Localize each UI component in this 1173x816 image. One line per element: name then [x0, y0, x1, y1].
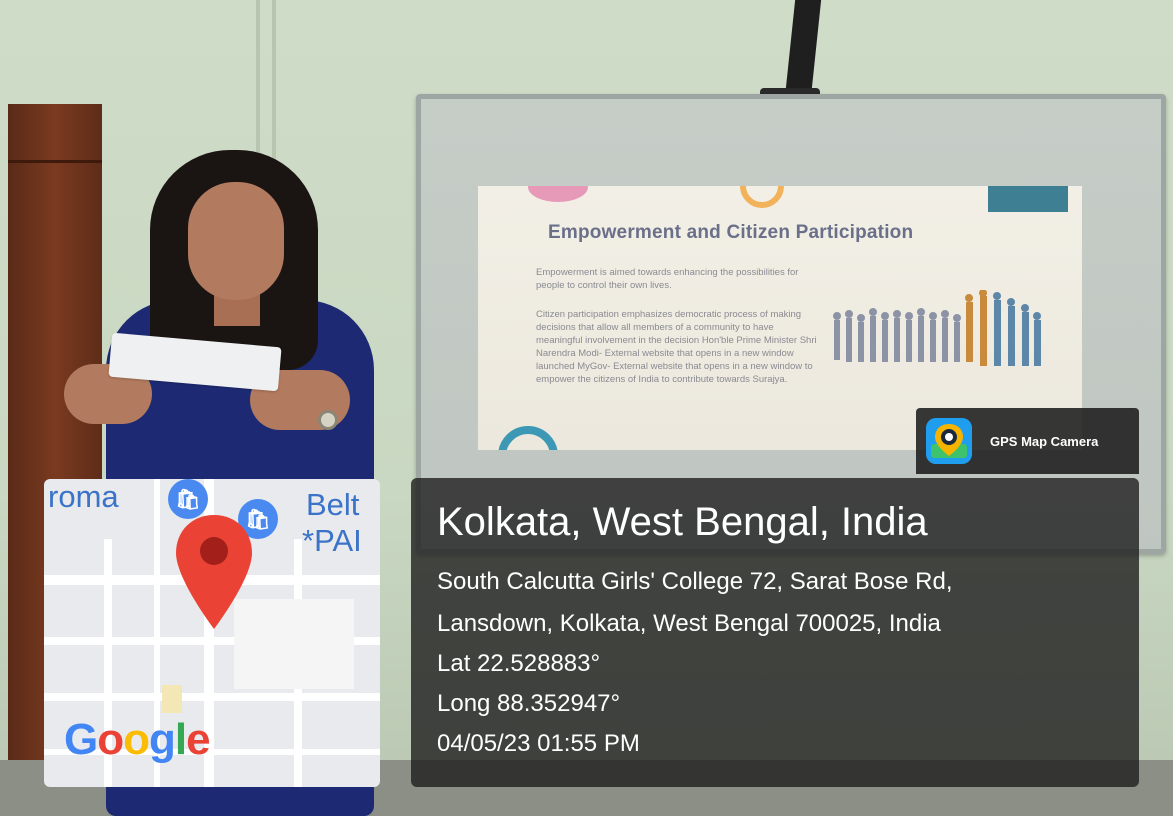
app-name: GPS Map Camera [990, 434, 1099, 449]
address-line: Lansdown, Kolkata, West Bengal 700025, I… [437, 610, 941, 637]
location-overlay: Kolkata, West Bengal, India South Calcut… [411, 478, 1139, 787]
slide-title: Empowerment and Citizen Participation [548, 222, 914, 243]
google-logo: Google [64, 715, 211, 764]
map-block [162, 685, 182, 713]
crowd-illustration [833, 290, 1041, 366]
location-title: Kolkata, West Bengal, India [437, 500, 928, 544]
projector-mount [784, 0, 822, 98]
latitude-text: Lat 22.528883° [437, 650, 601, 677]
address-line: South Calcutta Girls' College 72, Sarat … [437, 568, 953, 595]
wrist-watch [318, 410, 338, 430]
slide-paragraph: Empowerment is aimed towards enhancing t… [536, 267, 799, 291]
gps-map-camera-icon [926, 418, 972, 464]
circle-decoration [498, 426, 558, 450]
map-label-right: Belt [306, 487, 360, 522]
flower-decoration [528, 186, 588, 202]
slide-paragraph: Citizen participation emphasizes democra… [536, 309, 817, 385]
longitude-text: Long 88.352947° [437, 690, 621, 717]
app-badge: GPS Map Camera [916, 408, 1139, 474]
map-label-left: roma [48, 479, 119, 514]
speaker-face [188, 182, 284, 300]
map-thumbnail[interactable]: roma Belt *PAI 🛍 🛍 Google [44, 479, 380, 787]
arrow-decoration [988, 186, 1068, 212]
map-pin-icon [176, 515, 252, 629]
ring-decoration [740, 186, 784, 208]
timestamp-text: 04/05/23 01:55 PM [437, 730, 640, 757]
map-label-right: *PAI [302, 523, 362, 558]
